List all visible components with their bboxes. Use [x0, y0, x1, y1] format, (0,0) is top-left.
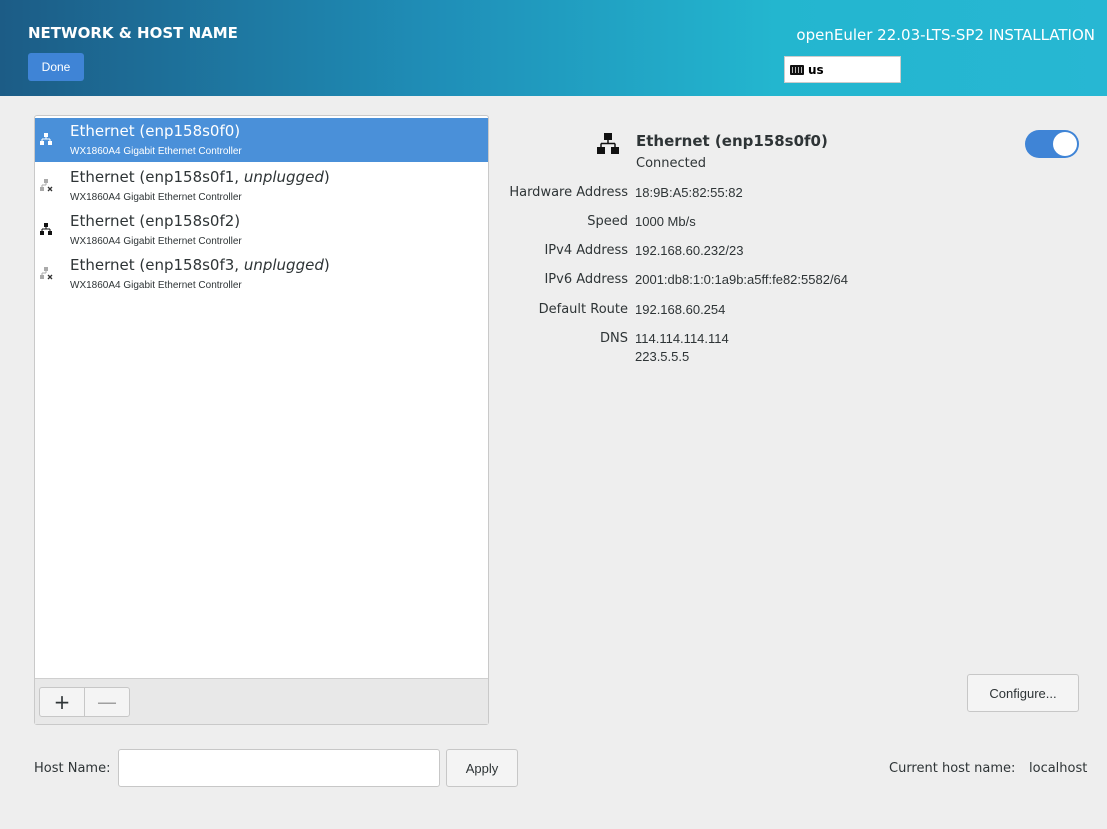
remove-device-button[interactable]: —: [84, 687, 130, 717]
keyboard-layout-label: us: [808, 62, 824, 77]
done-button[interactable]: Done: [28, 53, 84, 81]
device-name: Ethernet (enp158s0f0): [70, 122, 241, 140]
dns-label: DNS: [600, 331, 628, 346]
network-wired-disconnected-icon: [40, 179, 53, 192]
add-device-button[interactable]: +: [39, 687, 85, 717]
device-name: Ethernet (enp158s0f2): [70, 212, 241, 230]
ipv6-address-value: 2001:db8:1:0:1a9b:a5ff:fe82:5582/64: [635, 272, 849, 287]
page-title: NETWORK & HOST NAME: [28, 24, 238, 42]
speed-value: 1000 Mb/s: [635, 214, 696, 229]
current-host-name-label: Current host name:: [889, 761, 1016, 776]
device-description: WX1860A4 Gigabit Ethernet Controller: [70, 280, 242, 291]
ipv4-address-value: 192.168.60.232/23: [635, 243, 744, 258]
configure-button[interactable]: Configure...: [967, 674, 1079, 712]
network-wired-icon: [40, 223, 52, 235]
default-route-value: 192.168.60.254: [635, 302, 726, 317]
ipv4-address-label: IPv4 Address: [544, 243, 628, 258]
hardware-address-label: Hardware Address: [509, 185, 628, 200]
keyboard-layout-indicator[interactable]: us: [784, 56, 901, 83]
list-item-device[interactable]: Ethernet (enp158s0f3, unplugged) WX1860A…: [35, 252, 488, 296]
device-enable-toggle[interactable]: [1025, 130, 1079, 158]
hardware-address-value: 18:9B:A5:82:55:82: [635, 185, 743, 200]
current-host-name-value: localhost: [1029, 761, 1088, 776]
network-wired-icon: [597, 133, 619, 154]
device-description: WX1860A4 Gigabit Ethernet Controller: [70, 192, 242, 203]
apply-button[interactable]: Apply: [446, 749, 518, 787]
device-list-toolbar: + —: [35, 678, 488, 724]
device-detail-name: Ethernet (enp158s0f0): [636, 132, 828, 150]
product-title: openEuler 22.03-LTS-SP2 INSTALLATION: [796, 26, 1095, 44]
speed-label: Speed: [587, 214, 628, 229]
dns-value-secondary: 223.5.5.5: [635, 349, 690, 364]
host-name-input[interactable]: [118, 749, 440, 787]
ipv6-address-label: IPv6 Address: [544, 272, 628, 287]
dns-value-primary: 114.114.114.114: [635, 331, 729, 346]
device-description: WX1860A4 Gigabit Ethernet Controller: [70, 146, 242, 157]
device-description: WX1860A4 Gigabit Ethernet Controller: [70, 236, 242, 247]
device-name: Ethernet (enp158s0f3, unplugged): [70, 256, 330, 274]
default-route-label: Default Route: [538, 302, 628, 317]
toggle-knob: [1053, 132, 1077, 156]
network-wired-disconnected-icon: [40, 267, 53, 280]
host-name-label: Host Name:: [34, 761, 111, 776]
list-item-device[interactable]: Ethernet (enp158s0f2) WX1860A4 Gigabit E…: [35, 208, 488, 252]
list-item-device[interactable]: Ethernet (enp158s0f0) WX1860A4 Gigabit E…: [35, 118, 488, 162]
header-bar: NETWORK & HOST NAME Done openEuler 22.03…: [0, 0, 1107, 96]
keyboard-icon: [790, 64, 804, 75]
list-item-device[interactable]: Ethernet (enp158s0f1, unplugged) WX1860A…: [35, 164, 488, 208]
device-list: Ethernet (enp158s0f0) WX1860A4 Gigabit E…: [34, 115, 489, 725]
device-name: Ethernet (enp158s0f1, unplugged): [70, 168, 330, 186]
network-wired-icon: [40, 133, 52, 145]
device-status: Connected: [636, 156, 707, 171]
